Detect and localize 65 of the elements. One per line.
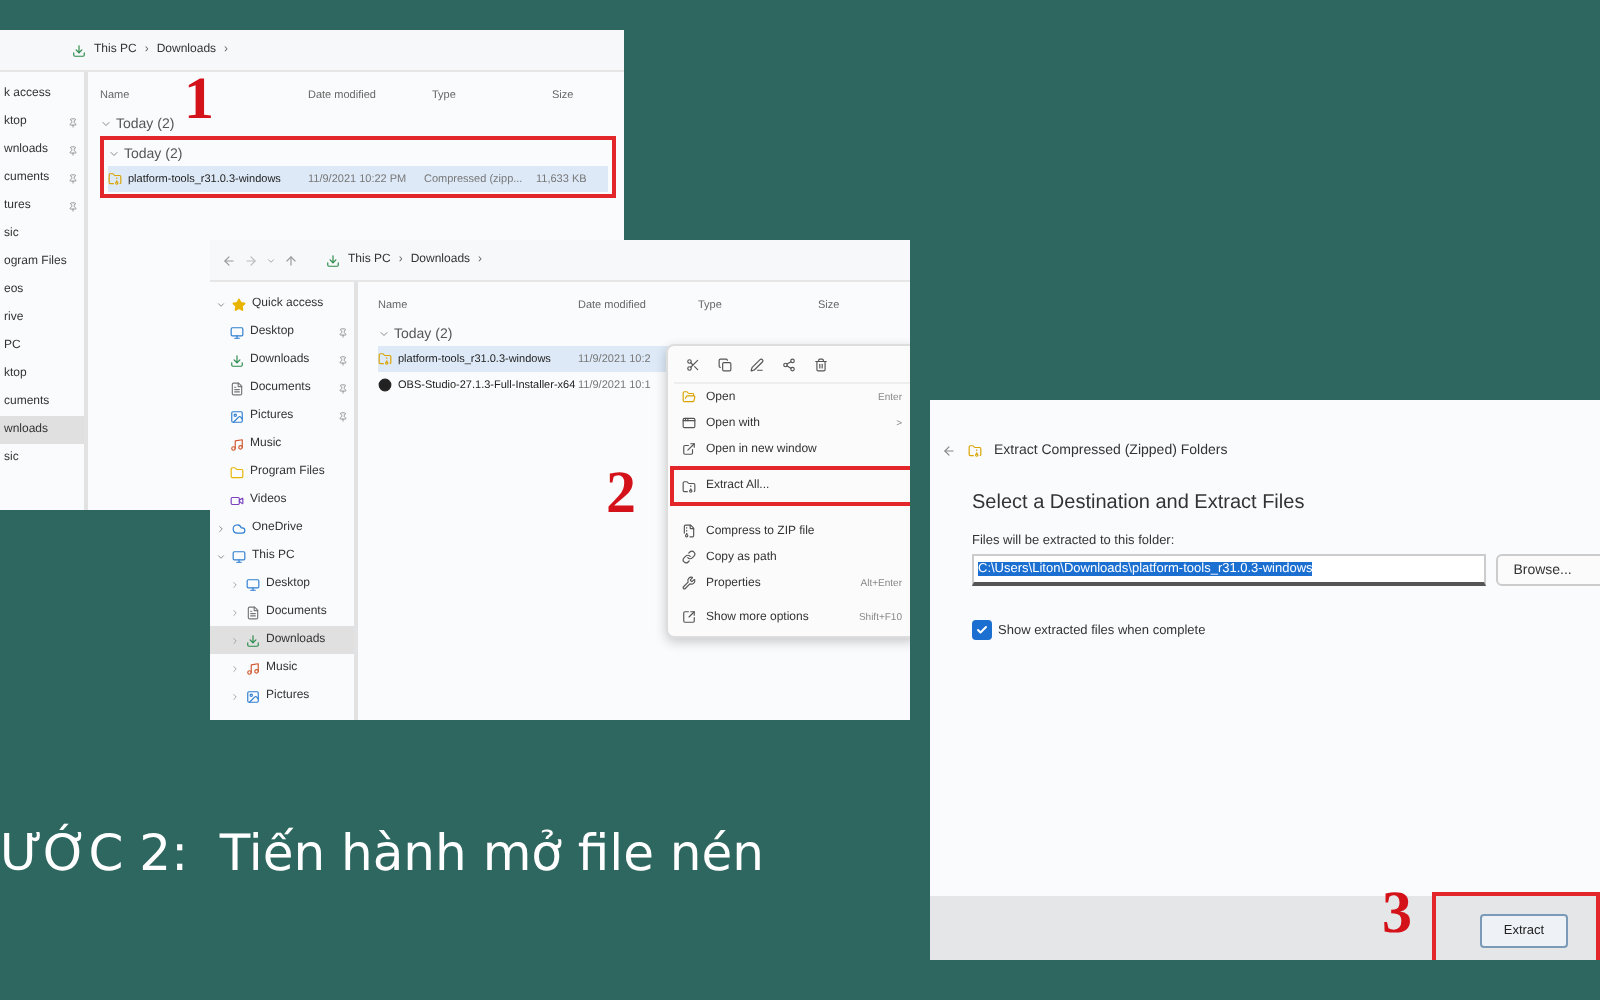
pin-icon	[338, 355, 348, 365]
chevron-icon	[230, 663, 240, 673]
download-icon	[72, 43, 86, 57]
monitor-icon	[246, 577, 260, 591]
pin-icon	[68, 145, 78, 155]
music-icon	[246, 661, 260, 675]
chevron-icon	[216, 299, 226, 309]
archive-folder-icon	[108, 172, 122, 186]
chevron-icon	[230, 579, 240, 589]
chevron-icon	[230, 635, 240, 645]
pin-icon	[338, 383, 348, 393]
external-link-icon	[682, 442, 696, 456]
download-icon	[230, 353, 244, 367]
back-icon	[222, 253, 236, 267]
monitor-icon	[230, 325, 244, 339]
chevron-icon	[266, 255, 276, 265]
picture-icon	[230, 409, 244, 423]
trash-icon	[814, 358, 828, 372]
chevron-icon	[216, 523, 226, 533]
window-icon	[682, 416, 696, 430]
archive-icon	[682, 524, 696, 538]
folder-icon	[682, 390, 696, 404]
archive-folder-icon	[682, 479, 696, 493]
pin-icon	[68, 201, 78, 211]
folder-icon	[230, 465, 244, 479]
archive-folder-icon	[378, 352, 392, 366]
copy-icon	[718, 358, 732, 372]
download-icon	[246, 633, 260, 647]
check-icon	[976, 624, 988, 636]
up-icon	[284, 253, 298, 267]
scissors-icon	[686, 358, 700, 372]
dialog-heading: Select a Destination and Extract Files	[972, 492, 1307, 514]
pin-icon	[68, 117, 78, 127]
disc-icon	[378, 378, 392, 392]
back-icon	[942, 443, 956, 457]
cloud-icon	[232, 521, 246, 535]
picture-icon	[246, 689, 260, 703]
checkbox[interactable]	[972, 620, 992, 640]
chevron-icon	[378, 328, 390, 340]
link-icon	[682, 550, 696, 564]
step-number: 2	[606, 464, 636, 524]
star-icon	[232, 297, 246, 311]
download-icon	[326, 253, 340, 267]
rename-icon	[750, 358, 764, 372]
caption-text: ƯỚC 2: Tiến hành mở file nén	[0, 824, 765, 882]
wrench-icon	[682, 576, 696, 590]
forward-icon	[244, 253, 258, 267]
document-icon	[230, 381, 244, 395]
step-number: 1	[184, 70, 214, 130]
chevron-icon	[100, 118, 112, 130]
step-number: 3	[1382, 884, 1412, 944]
video-icon	[230, 493, 244, 507]
document-icon	[246, 605, 260, 619]
pin-icon	[338, 327, 348, 337]
music-icon	[230, 437, 244, 451]
pin-icon	[338, 411, 348, 421]
expand-icon	[682, 610, 696, 624]
chevron-icon	[230, 691, 240, 701]
monitor-icon	[232, 549, 246, 563]
archive-folder-icon	[968, 443, 982, 457]
chevron-icon	[108, 148, 120, 160]
chevron-icon	[230, 607, 240, 617]
chevron-icon	[216, 551, 226, 561]
pin-icon	[68, 173, 78, 183]
share-icon	[782, 358, 796, 372]
